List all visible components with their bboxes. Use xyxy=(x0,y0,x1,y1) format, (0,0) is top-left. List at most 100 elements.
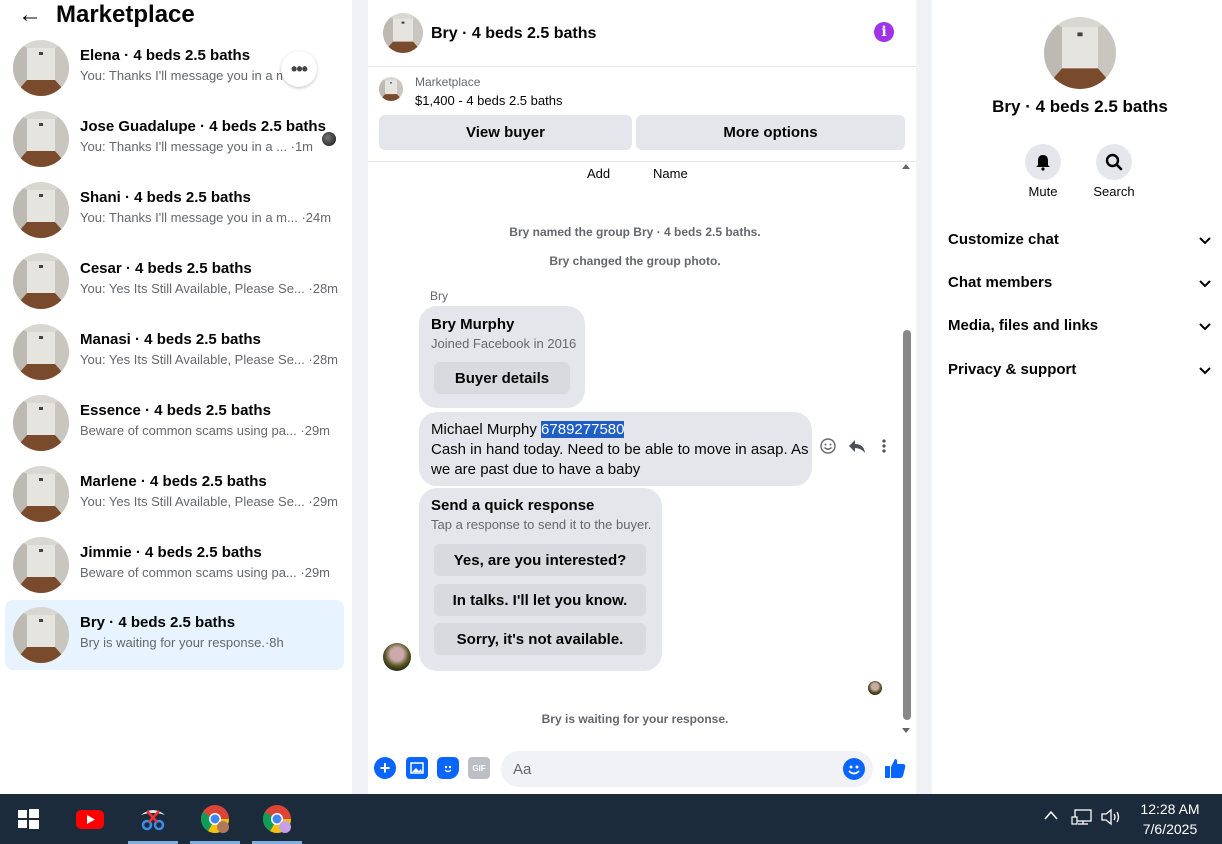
photo-icon[interactable] xyxy=(406,757,428,779)
composer: + GIF Aa xyxy=(368,740,916,794)
waiting-status: Bry is waiting for your response. xyxy=(541,712,729,726)
react-icon[interactable] xyxy=(820,438,836,459)
network-icon[interactable] xyxy=(1071,808,1093,831)
youtube-icon[interactable] xyxy=(74,803,106,835)
clock-time: 12:28 AM xyxy=(1140,801,1200,817)
conversation-item-active[interactable]: Bry · 4 beds 2.5 baths Bry is waiting fo… xyxy=(5,600,344,670)
section-customize-chat[interactable]: Customize chat xyxy=(948,231,1212,255)
quick-response-option[interactable]: Yes, are you interested? xyxy=(434,544,646,576)
conversation-item[interactable]: Shani · 4 beds 2.5 baths You: Thanks I'l… xyxy=(5,175,344,245)
listing-avatar xyxy=(13,537,69,593)
chat-header: Bry · 4 beds 2.5 baths i xyxy=(368,0,916,67)
scroll-down-icon[interactable] xyxy=(902,728,910,733)
more-options-icon[interactable]: ••• xyxy=(281,51,317,87)
conversation-name: Jose Guadalupe · 4 beds 2.5 baths xyxy=(80,118,326,135)
search-icon xyxy=(1105,153,1123,171)
system-message: Bry changed the group photo. xyxy=(549,254,721,268)
listing-banner: Marketplace $1,400 - 4 beds 2.5 baths Vi… xyxy=(368,67,916,162)
quick-response-option[interactable]: In talks. I'll let you know. xyxy=(434,584,646,616)
add-label[interactable]: Add xyxy=(587,166,610,181)
sender-name: Bry xyxy=(430,289,448,303)
chrome-profile-icon[interactable] xyxy=(261,803,293,835)
chat-avatar[interactable] xyxy=(383,13,423,53)
conversation-item[interactable]: Jimmie · 4 beds 2.5 baths Beware of comm… xyxy=(5,530,344,600)
conversation-name: Elena · 4 beds 2.5 baths xyxy=(80,47,251,64)
listing-avatar xyxy=(13,111,69,167)
quick-response-option[interactable]: Sorry, it's not available. xyxy=(434,623,646,655)
system-clock[interactable]: 12:28 AM 7/6/2025 xyxy=(1130,799,1210,839)
snipping-tool-icon[interactable] xyxy=(137,803,169,835)
windows-start-icon[interactable] xyxy=(12,803,44,835)
more-options-button[interactable]: More options xyxy=(636,115,905,150)
more-vertical-icon[interactable] xyxy=(876,438,892,459)
quick-response-title: Send a quick response xyxy=(431,497,595,514)
mute-button[interactable] xyxy=(1025,144,1061,180)
name-label[interactable]: Name xyxy=(653,166,688,181)
conversation-preview: You: Yes Its Still Available, Please Se.… xyxy=(80,352,339,367)
conversation-name: Jimmie · 4 beds 2.5 baths xyxy=(80,544,262,561)
windows-taskbar: 12:28 AM 7/6/2025 xyxy=(0,794,1222,844)
info-icon[interactable]: i xyxy=(874,22,894,42)
emoji-icon[interactable] xyxy=(843,758,865,780)
view-buyer-button[interactable]: View buyer xyxy=(379,115,632,150)
section-privacy-support[interactable]: Privacy & support xyxy=(948,361,1212,385)
search-label: Search xyxy=(1093,184,1135,199)
conversation-item[interactable]: Manasi · 4 beds 2.5 baths You: Yes Its S… xyxy=(5,317,344,387)
conversation-item[interactable]: Essence · 4 beds 2.5 baths Beware of com… xyxy=(5,388,344,458)
page-title: Marketplace xyxy=(56,1,195,28)
buyer-card-bubble: Bry Murphy Joined Facebook in 2016 Buyer… xyxy=(419,306,585,408)
chevron-down-icon xyxy=(1199,280,1211,288)
conversation-item[interactable]: Cesar · 4 beds 2.5 baths You: Yes Its St… xyxy=(5,246,344,316)
section-chat-members[interactable]: Chat members xyxy=(948,274,1212,298)
conversation-name: Bry · 4 beds 2.5 baths xyxy=(80,614,236,631)
message-text: Michael Murphy xyxy=(431,421,542,438)
conversation-preview: Beware of common scams using pa... ·29m xyxy=(80,423,331,438)
buyer-details-button[interactable]: Buyer details xyxy=(434,362,570,394)
gif-icon[interactable]: GIF xyxy=(468,757,490,779)
listing-thumbnail[interactable] xyxy=(379,77,403,101)
chevron-up-icon[interactable] xyxy=(1043,808,1059,827)
group-avatar[interactable] xyxy=(1044,17,1116,89)
chat-panel: Bry · 4 beds 2.5 baths i Marketplace $1,… xyxy=(368,0,916,794)
message-input[interactable]: Aa xyxy=(501,751,873,787)
listing-avatar xyxy=(13,607,69,663)
listing-avatar xyxy=(13,466,69,522)
chrome-icon[interactable] xyxy=(199,803,231,835)
message-bubble[interactable]: Michael Murphy 6789277580 Cash in hand t… xyxy=(419,412,812,486)
back-arrow-icon[interactable]: ← xyxy=(18,3,42,27)
section-media-files-links[interactable]: Media, files and links xyxy=(948,317,1212,341)
seen-avatar xyxy=(322,132,336,146)
conversation-name: Essence · 4 beds 2.5 baths xyxy=(80,402,271,419)
conversation-item[interactable]: Marlene · 4 beds 2.5 baths You: Yes Its … xyxy=(5,459,344,529)
chat-title[interactable]: Bry · 4 beds 2.5 baths xyxy=(431,25,596,43)
scroll-up-icon[interactable] xyxy=(902,164,910,169)
listing-avatar xyxy=(13,395,69,451)
left-header: ← Marketplace xyxy=(18,1,195,28)
chevron-down-icon xyxy=(1199,237,1211,245)
message-actions xyxy=(820,438,892,459)
conversation-preview: Beware of common scams using pa... ·29m xyxy=(80,565,331,580)
volume-icon[interactable] xyxy=(1100,808,1124,831)
quick-response-bubble: Send a quick response Tap a response to … xyxy=(419,488,662,671)
listing-price[interactable]: $1,400 - 4 beds 2.5 baths xyxy=(415,93,562,108)
scrollbar-thumb[interactable] xyxy=(903,330,911,720)
message-text: we are past due to have a baby xyxy=(431,461,641,478)
search-button[interactable] xyxy=(1096,144,1132,180)
sticker-icon[interactable] xyxy=(437,757,459,779)
scrollbar[interactable] xyxy=(902,162,912,740)
chevron-down-icon xyxy=(1199,323,1211,331)
conversation-item[interactable]: Jose Guadalupe · 4 beds 2.5 baths You: T… xyxy=(5,104,344,174)
details-title: Bry · 4 beds 2.5 baths xyxy=(992,97,1168,116)
reply-icon[interactable] xyxy=(848,438,865,459)
listing-avatar xyxy=(13,40,69,96)
like-thumbs-up-icon[interactable] xyxy=(883,756,907,785)
message-text: Cash in hand today. Need to be able to m… xyxy=(431,441,809,458)
listing-avatar xyxy=(13,182,69,238)
bell-icon xyxy=(1036,155,1050,171)
conversation-name: Shani · 4 beds 2.5 baths xyxy=(80,189,251,206)
conversation-preview: You: Thanks I'll message you in a ... ·1… xyxy=(80,139,314,154)
chevron-down-icon xyxy=(1199,367,1211,375)
message-input-placeholder: Aa xyxy=(513,761,532,778)
plus-icon[interactable]: + xyxy=(374,757,396,779)
sender-avatar[interactable] xyxy=(383,643,411,671)
